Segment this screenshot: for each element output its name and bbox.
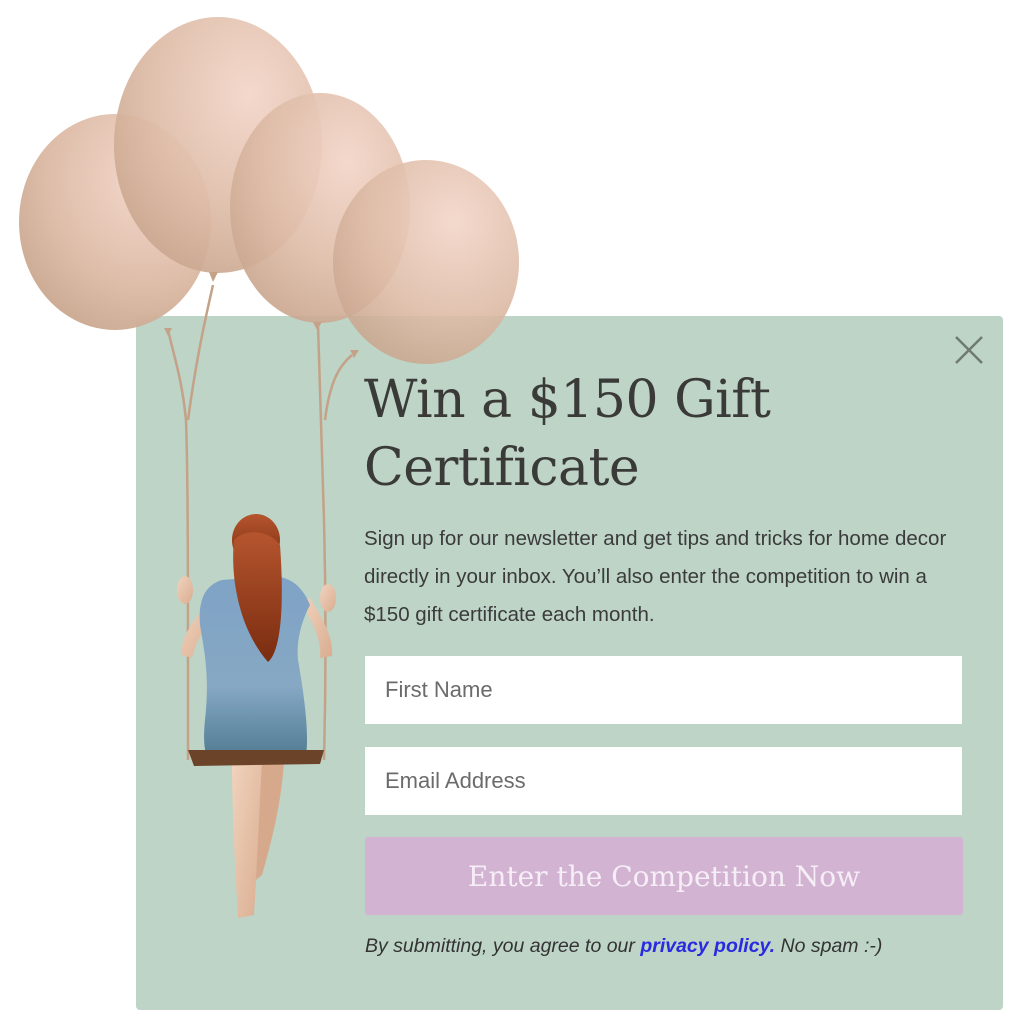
enter-competition-button[interactable]: Enter the Competition Now (365, 837, 963, 915)
headline-line1: Win a $150 Gift (364, 370, 771, 430)
privacy-policy-link[interactable]: privacy policy. (640, 935, 775, 957)
disclaimer-prefix: By submitting, you agree to our (365, 935, 641, 957)
disclaimer-suffix: No spam :-) (775, 935, 883, 957)
first-name-input[interactable] (365, 656, 962, 724)
email-input[interactable] (365, 747, 962, 815)
newsletter-description: Sign up for our newsletter and get tips … (364, 527, 947, 626)
headline: Win a $150 Gift Certificate (364, 366, 964, 502)
disclaimer: By submitting, you agree to our privacy … (365, 935, 985, 958)
headline-line2: Certificate (364, 438, 640, 498)
close-icon (955, 336, 983, 364)
balloons (19, 17, 519, 364)
close-button[interactable] (952, 333, 986, 367)
